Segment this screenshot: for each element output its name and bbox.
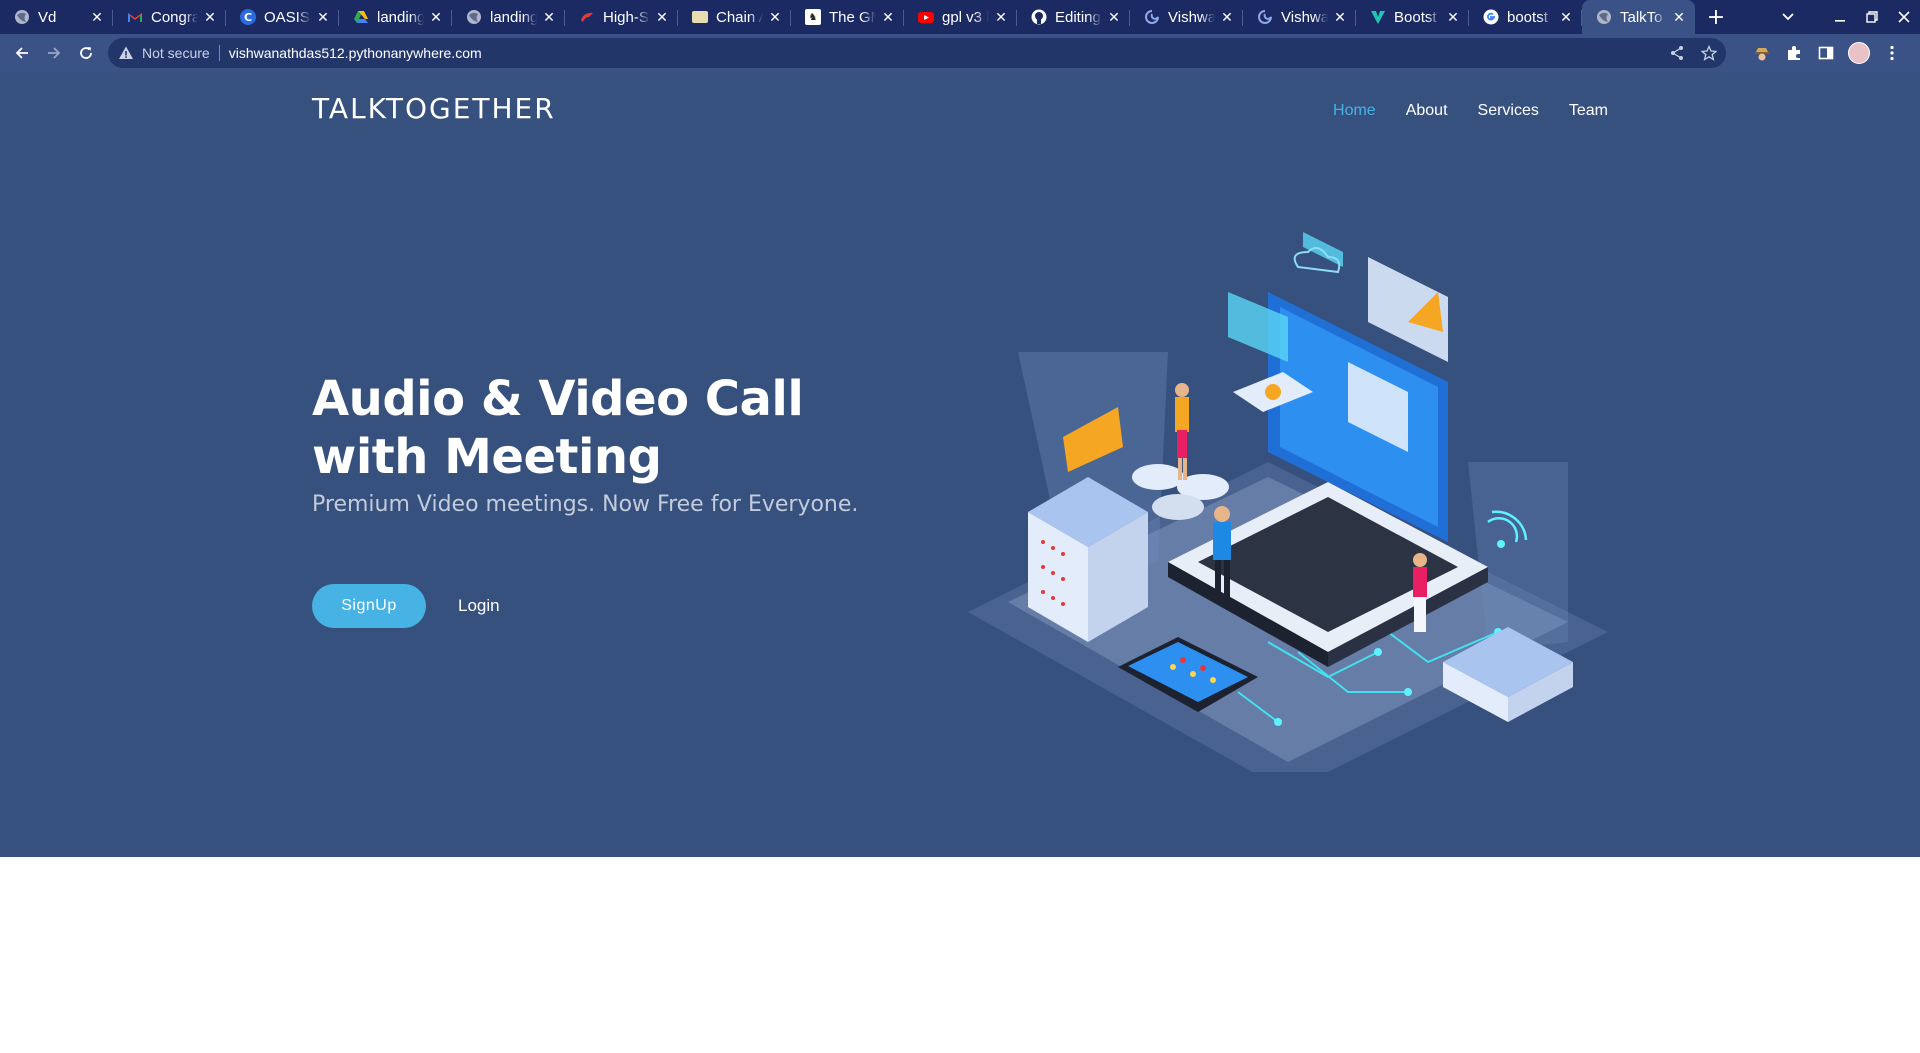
tab-0[interactable]: Vd ✕: [0, 0, 113, 34]
main-nav: Home About Services Team: [1333, 102, 1608, 120]
side-panel-icon[interactable]: [1816, 43, 1836, 63]
tab-title: Vishwa: [1168, 8, 1215, 26]
new-tab-button[interactable]: +: [1699, 0, 1733, 34]
tab-title: landing: [490, 8, 537, 26]
tab-7[interactable]: ♞ The GN ✕: [791, 0, 904, 34]
login-link[interactable]: Login: [458, 596, 500, 616]
profile-avatar[interactable]: [1848, 42, 1870, 64]
google-icon: [1483, 9, 1499, 25]
back-arrow-icon[interactable]: [6, 37, 38, 69]
close-window-icon[interactable]: [1888, 0, 1920, 34]
tab-strip: Vd ✕ Congrats ✕ C OASIS | ✕ landing ✕ la…: [0, 0, 1920, 34]
divider: [218, 45, 220, 61]
youtube-icon: [918, 9, 934, 25]
gnu-icon: ♞: [805, 9, 821, 25]
tab-title: Vd: [38, 8, 57, 26]
security-status[interactable]: Not secure: [142, 45, 210, 61]
close-icon[interactable]: ✕: [993, 9, 1009, 26]
hero-illustration: [968, 232, 1608, 772]
tab-1[interactable]: Congrats ✕: [113, 0, 226, 34]
globe-icon: [466, 9, 482, 25]
nav-services[interactable]: Services: [1478, 102, 1539, 120]
close-icon[interactable]: ✕: [315, 9, 331, 26]
address-bar-actions: [1668, 38, 1718, 68]
oasis-icon: C: [240, 9, 256, 25]
brand-logo[interactable]: TALKTOGETHER: [312, 92, 556, 125]
close-icon[interactable]: ✕: [1558, 9, 1574, 26]
close-icon[interactable]: ✕: [767, 9, 783, 26]
close-icon[interactable]: ✕: [202, 9, 218, 26]
tab-14-active[interactable]: TalkTo ✕: [1582, 0, 1695, 34]
close-icon[interactable]: ✕: [1332, 9, 1348, 26]
restore-icon[interactable]: [1856, 0, 1888, 34]
url-text[interactable]: vishwanathdas512.pythonanywhere.com: [229, 45, 482, 61]
extensions-area: [1752, 34, 1902, 72]
minimize-icon[interactable]: [1824, 0, 1856, 34]
tab-title: Chain A: [716, 8, 763, 26]
close-icon[interactable]: ✕: [654, 9, 670, 26]
extension-spy-icon[interactable]: [1752, 43, 1772, 63]
puzzle-icon[interactable]: [1784, 43, 1804, 63]
tab-title: Bootst: [1394, 8, 1437, 26]
hero-section: TALKTOGETHER Home About Services Team Au…: [0, 72, 1920, 857]
address-bar[interactable]: Not secure vishwanathdas512.pythonanywhe…: [108, 38, 1726, 68]
tab-title: The GN: [829, 8, 876, 26]
swirl-icon: [1144, 9, 1160, 25]
close-icon[interactable]: ✕: [89, 9, 105, 26]
globe-icon: [14, 9, 30, 25]
close-icon[interactable]: ✕: [1671, 9, 1687, 26]
tab-title: TalkTo: [1620, 8, 1663, 26]
tab-title: OASIS |: [264, 8, 311, 26]
nav-home[interactable]: Home: [1333, 102, 1376, 120]
warning-icon[interactable]: [118, 45, 134, 61]
tab-3[interactable]: landing ✕: [339, 0, 452, 34]
chevron-down-icon[interactable]: [1772, 0, 1804, 34]
browser-toolbar: Not secure vishwanathdas512.pythonanywhe…: [0, 34, 1920, 72]
tab-title: gpl v3 l: [942, 8, 989, 26]
tab-4[interactable]: landing ✕: [452, 0, 565, 34]
tab-title: High-Sp: [603, 8, 650, 26]
close-icon[interactable]: ✕: [1219, 9, 1235, 26]
forward-arrow-icon[interactable]: [38, 37, 70, 69]
tab-5[interactable]: High-Sp ✕: [565, 0, 678, 34]
more-menu-icon[interactable]: [1882, 43, 1902, 63]
signup-button[interactable]: SignUp: [312, 584, 426, 628]
vuetify-icon: [1370, 9, 1386, 25]
tab-12[interactable]: Bootst ✕: [1356, 0, 1469, 34]
tab-6[interactable]: Chain A ✕: [678, 0, 791, 34]
close-icon[interactable]: ✕: [541, 9, 557, 26]
close-icon[interactable]: ✕: [428, 9, 444, 26]
github-icon: [1031, 9, 1047, 25]
nav-about[interactable]: About: [1406, 102, 1448, 120]
window-controls: [1772, 0, 1920, 34]
close-icon[interactable]: ✕: [880, 9, 896, 26]
close-icon[interactable]: ✕: [1106, 9, 1122, 26]
tab-13[interactable]: bootst ✕: [1469, 0, 1582, 34]
close-icon[interactable]: ✕: [1445, 9, 1461, 26]
tab-title: bootst: [1507, 8, 1548, 26]
tab-title: Congrats: [151, 8, 198, 26]
nav-team[interactable]: Team: [1569, 102, 1608, 120]
tab-title: Editing: [1055, 8, 1101, 26]
tab-8[interactable]: gpl v3 l ✕: [904, 0, 1017, 34]
hero-subheadline: Premium Video meetings. Now Free for Eve…: [312, 492, 859, 517]
tab-title: Vishwa: [1281, 8, 1328, 26]
tab-10[interactable]: Vishwa ✕: [1130, 0, 1243, 34]
drive-icon: [353, 9, 369, 25]
speed-icon: [579, 9, 595, 25]
tab-9[interactable]: Editing ✕: [1017, 0, 1130, 34]
chain-icon: [692, 11, 708, 23]
share-icon[interactable]: [1668, 44, 1686, 62]
reload-icon[interactable]: [70, 37, 102, 69]
tab-title: landing: [377, 8, 424, 26]
gmail-icon: [127, 9, 143, 25]
swirl-icon: [1257, 9, 1273, 25]
star-icon[interactable]: [1700, 44, 1718, 62]
tab-2[interactable]: C OASIS | ✕: [226, 0, 339, 34]
tab-11[interactable]: Vishwa ✕: [1243, 0, 1356, 34]
hero-headline: Audio & Video Call with Meeting: [312, 371, 804, 485]
globe-icon: [1596, 9, 1612, 25]
